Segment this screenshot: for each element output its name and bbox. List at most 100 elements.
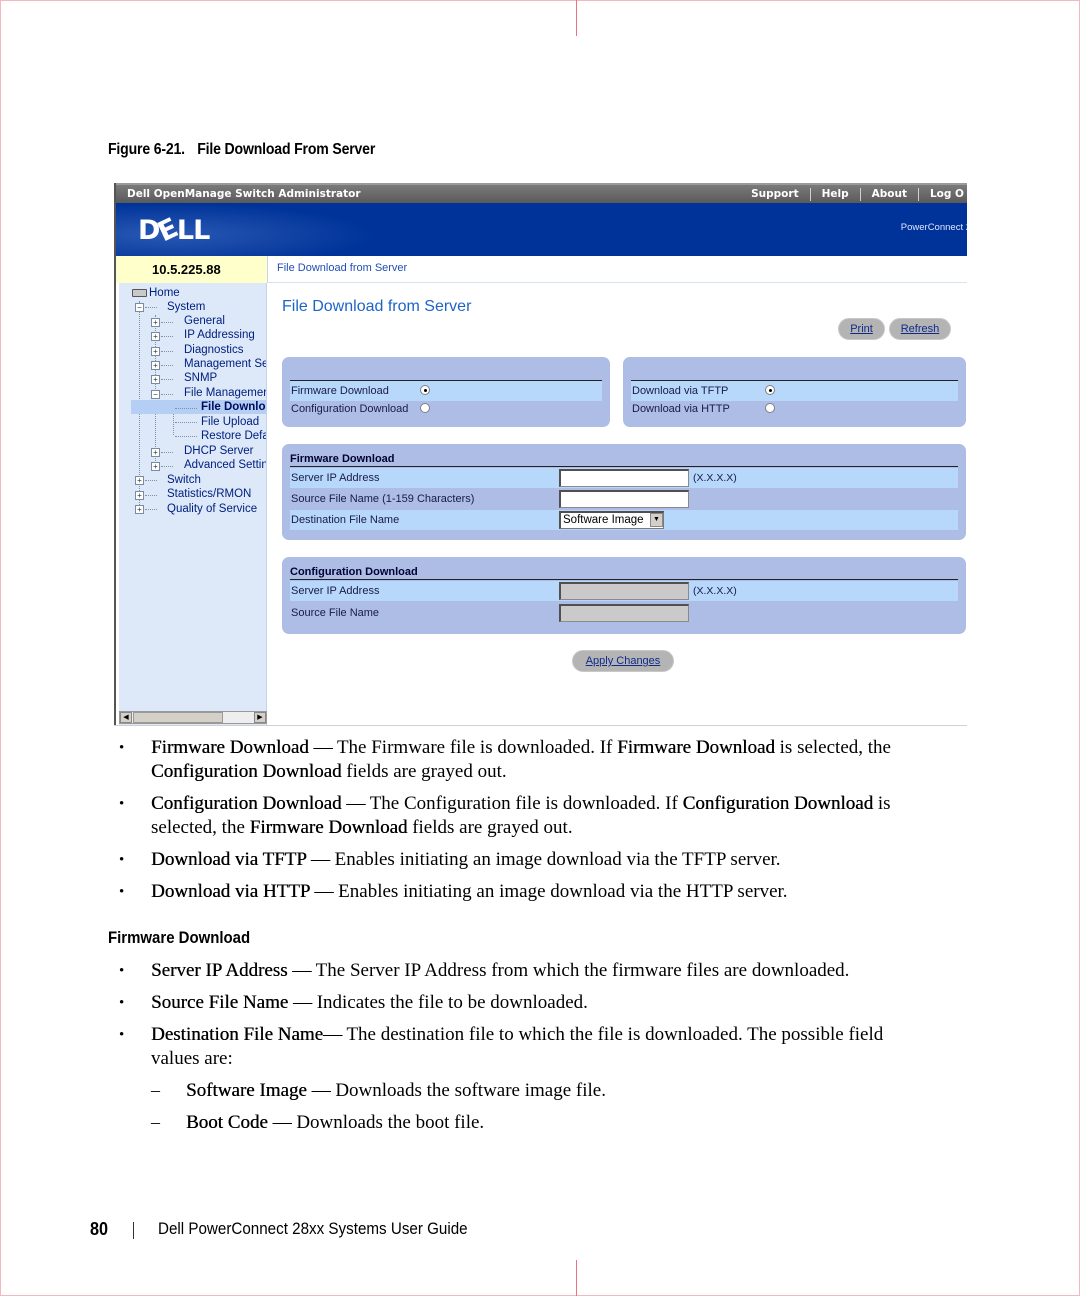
dell-logo: DELL <box>138 212 210 249</box>
download-via-tftp-radio[interactable] <box>765 385 775 395</box>
tree-horizontal-scrollbar[interactable]: ◀ ▶ <box>119 711 267 724</box>
tree-item-diagnostics[interactable]: Diagnostics <box>184 343 243 357</box>
screenshot-bottom-border <box>114 725 967 726</box>
collapse-icon[interactable]: − <box>151 390 160 399</box>
refresh-button[interactable]: Refresh <box>889 318 951 340</box>
expand-icon[interactable]: + <box>151 375 160 384</box>
expand-icon[interactable]: + <box>151 448 160 457</box>
expand-icon[interactable]: + <box>151 332 160 341</box>
tree-item-quality-of-service[interactable]: Quality of Service <box>167 502 257 516</box>
tree-item-switch[interactable]: Switch <box>167 473 201 487</box>
page-number: 80 <box>90 1219 109 1239</box>
top-links: Support Help About Log O <box>740 188 967 201</box>
help-link[interactable]: Help <box>809 188 860 201</box>
scroll-right-icon[interactable]: ▶ <box>254 712 266 723</box>
fw-server-ip-row: Server IP Address (X.X.X.X) <box>290 468 958 488</box>
log-out-link[interactable]: Log O <box>917 188 967 201</box>
apply-changes-button[interactable]: Apply Changes <box>572 650 674 672</box>
fw-server-ip-input[interactable] <box>559 469 689 487</box>
tree-dots <box>161 351 173 352</box>
expand-icon[interactable]: + <box>135 491 144 500</box>
destination-file-value: Software Image <box>563 514 644 526</box>
dash-icon: – <box>151 1080 160 1100</box>
scrollbar-thumb[interactable] <box>133 712 223 723</box>
tree-dots <box>145 307 157 308</box>
tree-dots <box>145 509 157 510</box>
support-link[interactable]: Support <box>740 188 809 201</box>
configuration-download-radio[interactable] <box>420 403 430 413</box>
dash-icon: – <box>151 1112 160 1132</box>
expand-icon[interactable]: + <box>151 462 160 471</box>
tree-item-ip-addressing[interactable]: IP Addressing <box>184 328 255 342</box>
tree-item-home[interactable]: Home <box>149 286 180 300</box>
crop-mark-top <box>576 0 577 36</box>
tree-dots <box>161 452 173 453</box>
expand-icon[interactable]: + <box>151 318 160 327</box>
fw-source-file-input[interactable] <box>559 490 689 508</box>
tree-item-restore-defaults[interactable]: Restore Defa <box>201 429 266 443</box>
firmware-download-radio[interactable] <box>420 385 430 395</box>
download-type-panel: Firmware Download Configuration Download <box>282 357 610 427</box>
expand-icon[interactable]: + <box>151 347 160 356</box>
configuration-download-header: Configuration Download <box>290 566 958 580</box>
tree-dots <box>161 379 173 380</box>
doc-bullet-destination-file: Destination File Name— The destination f… <box>151 1024 884 1069</box>
destination-file-select[interactable]: Software Image ▼ <box>559 511 664 529</box>
cfg-source-file-row: Source File Name <box>290 603 958 623</box>
expand-icon[interactable]: + <box>135 476 144 485</box>
expand-icon[interactable]: + <box>135 505 144 514</box>
app-title-bar: Dell OpenManage Switch Administrator Sup… <box>116 183 967 203</box>
download-via-tftp-label: Download via TFTP <box>632 385 729 397</box>
doc-bullet-configuration-download: Configuration Download — The Configurati… <box>151 793 891 838</box>
cfg-source-file-input[interactable] <box>559 604 689 622</box>
dell-banner: DELL PowerConnect 2 <box>116 203 967 256</box>
product-name: PowerConnect 2 <box>900 222 967 233</box>
figure-title: File Download From Server <box>197 141 376 158</box>
cfg-server-ip-input[interactable] <box>559 582 689 600</box>
tree-dots <box>161 336 173 337</box>
tftp-row: Download via TFTP <box>631 381 958 401</box>
configuration-download-panel: Configuration Download Server IP Address… <box>282 557 966 634</box>
fw-server-ip-hint: (X.X.X.X) <box>693 472 737 484</box>
about-link[interactable]: About <box>859 188 918 201</box>
main-content: File Download from Server Print Refresh … <box>268 283 967 726</box>
chevron-down-icon[interactable]: ▼ <box>650 513 663 527</box>
crop-mark-bottom <box>576 1260 577 1296</box>
cfg-server-ip-row: Server IP Address (X.X.X.X) <box>290 581 958 601</box>
tree-item-system[interactable]: System <box>167 300 205 314</box>
tree-item-general[interactable]: General <box>184 314 225 328</box>
scroll-left-icon[interactable]: ◀ <box>120 712 132 723</box>
figure-number: Figure 6-21. <box>108 141 185 158</box>
doc-bullet-firmware-download: Firmware Download — The Firmware file is… <box>151 737 891 782</box>
configuration-download-row: Configuration Download <box>290 399 602 419</box>
print-button[interactable]: Print <box>838 318 885 340</box>
tree-dots <box>161 365 173 366</box>
tree-item-statistics-rmon[interactable]: Statistics/RMON <box>167 487 251 501</box>
bullet-icon: • <box>119 1027 125 1043</box>
bullet-icon: • <box>119 963 125 979</box>
tree-item-advanced-settings[interactable]: Advanced Settin <box>184 458 266 472</box>
tree-dots <box>175 408 197 409</box>
doc-bullet-source-file: Source File Name — Indicates the file to… <box>151 992 588 1013</box>
fw-source-file-row: Source File Name (1-159 Characters) <box>290 489 958 509</box>
guide-title: Dell PowerConnect 28xx Systems User Guid… <box>158 1220 468 1238</box>
bullet-icon: • <box>119 796 125 812</box>
fw-destination-label: Destination File Name <box>291 514 400 526</box>
app-title: Dell OpenManage Switch Administrator <box>127 188 361 200</box>
tree-item-file-upload[interactable]: File Upload <box>201 415 259 429</box>
bullet-icon: • <box>119 740 125 756</box>
switch-admin-screenshot: Dell OpenManage Switch Administrator Sup… <box>114 183 967 726</box>
tree-dots <box>175 422 197 423</box>
download-via-http-radio[interactable] <box>765 403 775 413</box>
firmware-download-panel: Firmware Download Server IP Address (X.X… <box>282 444 966 540</box>
tree-item-management-security[interactable]: Management Se <box>184 357 266 371</box>
tree-item-dhcp-server[interactable]: DHCP Server <box>184 444 253 458</box>
fw-destination-row: Destination File Name Software Image ▼ <box>290 510 958 530</box>
collapse-icon[interactable]: − <box>135 303 144 312</box>
tree-dots <box>175 436 197 437</box>
tree-item-file-download[interactable]: File Downlo <box>131 400 266 414</box>
tree-item-snmp[interactable]: SNMP <box>184 371 217 385</box>
tree-item-file-management[interactable]: File Managemer <box>184 386 266 400</box>
doc-bullet-http: Download via HTTP — Enables initiating a… <box>151 881 788 902</box>
expand-icon[interactable]: + <box>151 361 160 370</box>
